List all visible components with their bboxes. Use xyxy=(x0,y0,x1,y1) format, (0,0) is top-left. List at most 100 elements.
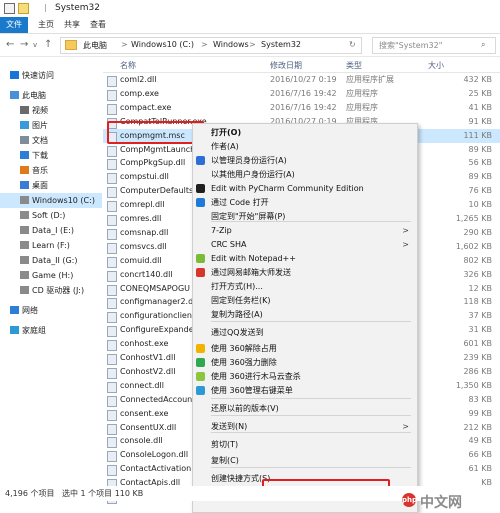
nav-item-7[interactable]: 桌面 xyxy=(0,178,102,193)
tab-file[interactable]: 文件 xyxy=(0,17,28,33)
nav-item-6[interactable]: 音乐 xyxy=(0,163,102,178)
nav-item-12[interactable]: Data_II (G:) xyxy=(0,253,102,268)
address-bar[interactable]: 此电脑 > Windows10 (C:) > Windows > System3… xyxy=(60,37,362,54)
menu-item-7[interactable]: 7-Zip > xyxy=(193,224,417,238)
quick-access-folder-icon[interactable] xyxy=(18,3,29,14)
menu-item-0[interactable]: 打开(O) xyxy=(193,126,417,140)
menu-item-4[interactable]: Edit with PyCharm Community Edition xyxy=(193,182,417,196)
search-icon: ⌕ xyxy=(481,40,486,49)
back-arrow-icon[interactable]: ← xyxy=(6,39,14,50)
file-icon xyxy=(107,395,117,407)
drive-icon xyxy=(20,256,29,264)
menu-item-20[interactable]: 发送到(N) > xyxy=(193,420,417,434)
refresh-icon[interactable]: ↻ xyxy=(349,40,356,49)
file-size: 1,265 KB xyxy=(455,214,492,223)
column-name[interactable]: 名称 xyxy=(120,60,136,71)
column-date[interactable]: 修改日期 xyxy=(270,60,302,71)
nav-item-16[interactable]: 家庭组 xyxy=(0,323,102,338)
menu-item-label: 打开方式(H)... xyxy=(211,282,263,291)
menu-item-2[interactable]: 以管理员身份运行(A) xyxy=(193,154,417,168)
menu-item-14[interactable]: 通过QQ发送到 xyxy=(193,326,417,340)
file-icon xyxy=(107,187,117,199)
nav-item-10[interactable]: Data_I (E:) xyxy=(0,223,102,238)
file-row[interactable]: coml2.dll 2016/10/27 0:19 应用程序扩展 432 KB xyxy=(103,73,500,88)
file-name: ConnectedAccount xyxy=(120,394,196,404)
quick-access-properties-icon[interactable] xyxy=(4,3,15,14)
picture-icon xyxy=(20,121,29,129)
file-icon xyxy=(107,228,117,240)
menu-item-17[interactable]: 使用 360进行木马云查杀 xyxy=(193,370,417,384)
tab-view[interactable]: 查看 xyxy=(90,17,106,33)
nav-item-8[interactable]: Windows10 (C:) xyxy=(0,193,102,208)
file-type: 应用程序 xyxy=(346,88,378,98)
menu-item-8[interactable]: CRC SHA > xyxy=(193,238,417,252)
menu-item-3[interactable]: 以其他用户身份运行(A) xyxy=(193,168,417,182)
file-row[interactable]: compact.exe 2016/7/16 19:42 应用程序 41 KB xyxy=(103,101,500,116)
nav-item-4[interactable]: 文档 xyxy=(0,133,102,148)
vscode-icon xyxy=(196,198,205,207)
drive-icon xyxy=(20,226,29,234)
search-box[interactable]: 搜索"System32" ⌕ xyxy=(372,37,496,54)
nav-item-14[interactable]: CD 驱动器 (J:) xyxy=(0,283,102,298)
menu-item-21[interactable]: 剪切(T) xyxy=(193,438,417,452)
menu-item-15[interactable]: 使用 360解除占用 xyxy=(193,342,417,356)
file-size: 61 KB xyxy=(468,464,492,474)
tab-share[interactable]: 共享 xyxy=(64,17,80,33)
nav-item-1[interactable]: 此电脑 xyxy=(0,88,102,103)
file-size: 111 KB xyxy=(463,130,492,140)
forward-arrow-icon[interactable]: → xyxy=(20,39,28,50)
nav-item-3[interactable]: 图片 xyxy=(0,118,102,133)
pycharm-icon xyxy=(196,184,205,193)
menu-item-9[interactable]: Edit with Notepad++ xyxy=(193,252,417,266)
column-type[interactable]: 类型 xyxy=(346,60,362,71)
menu-item-11[interactable]: 打开方式(H)... xyxy=(193,280,417,294)
file-row[interactable]: comp.exe 2016/7/16 19:42 应用程序 25 KB xyxy=(103,87,500,102)
file-size: 432 KB xyxy=(463,75,492,84)
nav-item-label: 文档 xyxy=(32,136,48,145)
column-size[interactable]: 大小 xyxy=(428,60,444,71)
menu-item-12[interactable]: 固定到任务栏(K) xyxy=(193,294,417,308)
menu-item-22[interactable]: 复制(C) xyxy=(193,454,417,468)
breadcrumb-drive-c[interactable]: Windows10 (C:) xyxy=(131,40,194,49)
breadcrumb-windows[interactable]: Windows xyxy=(213,40,249,49)
breadcrumb-separator[interactable]: > xyxy=(249,40,256,49)
menu-item-5[interactable]: 通过 Code 打开 xyxy=(193,196,417,210)
file-name: ConhostV2.dll xyxy=(120,366,176,376)
drive-icon xyxy=(20,271,29,279)
file-type: 应用程序 xyxy=(346,102,378,112)
menu-item-13[interactable]: 复制为路径(A) xyxy=(193,308,417,322)
menu-item-label: 通过 Code 打开 xyxy=(211,198,269,207)
tab-home[interactable]: 主页 xyxy=(38,17,54,33)
file-name: connect.dll xyxy=(120,380,164,390)
nav-item-13[interactable]: Game (H:) xyxy=(0,268,102,283)
nav-item-2[interactable]: 视频 xyxy=(0,103,102,118)
breadcrumb-system32[interactable]: System32 xyxy=(261,40,301,49)
nav-item-label: Data_II (G:) xyxy=(32,256,78,265)
breadcrumb-this-pc[interactable]: 此电脑 xyxy=(83,40,107,51)
nav-item-9[interactable]: Soft (D:) xyxy=(0,208,102,223)
nav-item-15[interactable]: 网络 xyxy=(0,303,102,318)
menu-item-label: 打开(O) xyxy=(211,128,242,137)
file-size: 89 KB xyxy=(468,144,492,154)
menu-item-label: 复制为路径(A) xyxy=(211,310,263,319)
breadcrumb-separator[interactable]: > xyxy=(201,40,208,49)
nav-item-11[interactable]: Learn (F:) xyxy=(0,238,102,253)
nav-item-0[interactable]: 快速访问 xyxy=(0,68,102,83)
360-unlock-icon xyxy=(196,344,205,353)
menu-item-1[interactable]: 作者(A) xyxy=(193,140,417,154)
up-arrow-icon[interactable]: ↑ xyxy=(44,39,52,50)
history-chevron-icon[interactable]: v xyxy=(33,41,37,49)
file-icon xyxy=(107,451,117,463)
menu-item-6[interactable]: 固定到"开始"屏幕(P) xyxy=(193,210,417,224)
file-size: 91 KB xyxy=(468,116,492,126)
menu-item-16[interactable]: 使用 360强力删除 xyxy=(193,356,417,370)
file-name: ConsentUX.dll xyxy=(120,422,177,432)
desktop-icon xyxy=(20,181,29,189)
cd-icon xyxy=(20,286,29,294)
menu-item-19[interactable]: 还原以前的版本(V) xyxy=(193,402,417,416)
menu-item-18[interactable]: 使用 360管理右键菜单 xyxy=(193,384,417,398)
title-bar: | System32 xyxy=(0,0,500,18)
breadcrumb-separator[interactable]: > xyxy=(121,40,128,49)
nav-item-5[interactable]: 下载 xyxy=(0,148,102,163)
menu-item-10[interactable]: 通过网易邮箱大师发送 xyxy=(193,266,417,280)
